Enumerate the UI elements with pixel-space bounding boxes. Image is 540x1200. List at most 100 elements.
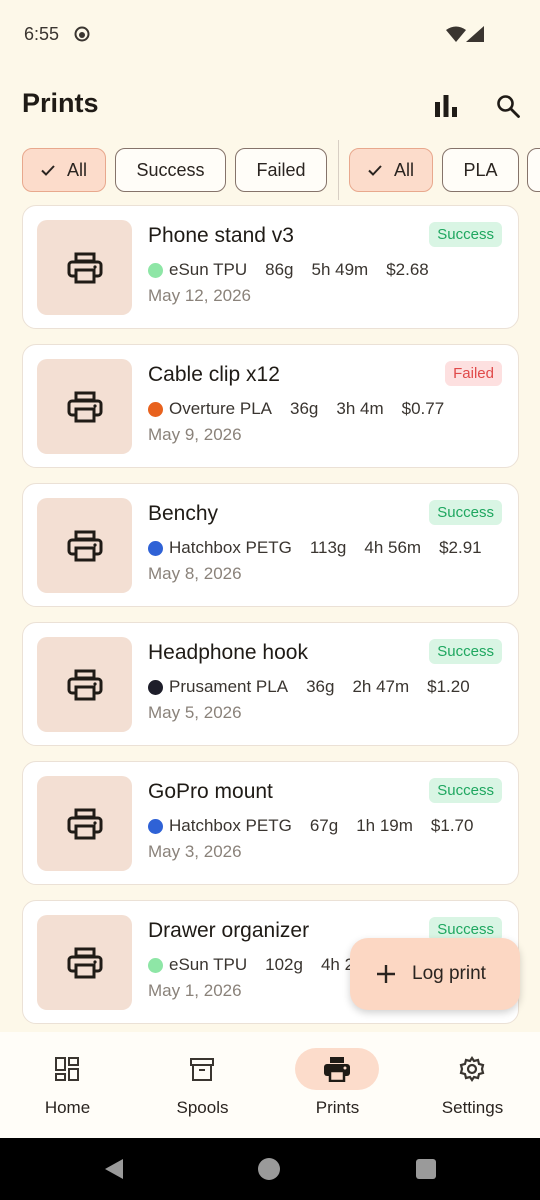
print-date: May 12, 2026 (148, 286, 252, 305)
print-cost: $1.70 (430, 816, 474, 835)
log-print-button[interactable]: Log print (350, 938, 520, 1010)
filter-chip-material-all[interactable]: All (349, 148, 433, 192)
printer-icon (67, 252, 102, 283)
filter-chip-material-more[interactable] (527, 148, 540, 192)
print-weight: 113g (309, 538, 347, 557)
print-meta: eSun TPU 86g 5h 49m $2.68 (148, 260, 429, 280)
print-weight: 102g (265, 955, 303, 974)
notification-app-icon (74, 26, 90, 47)
dashboard-icon (55, 1057, 79, 1081)
print-card[interactable]: Headphone hook Success Prusament PLA 36g 2h … (22, 622, 519, 746)
printer-icon (67, 947, 102, 978)
nav-label: Home (44, 1098, 91, 1117)
print-meta: Hatchbox PETG 113g 4h 56m $2.91 (148, 538, 482, 558)
print-meta: Hatchbox PETG 67g 1h 19m $1.70 (148, 816, 473, 836)
wifi-icon (446, 26, 466, 47)
print-thumbnail (37, 359, 132, 454)
print-thumbnail (37, 220, 132, 315)
print-card[interactable]: GoPro mount Success Hatchbox PETG 67g 1h 19m… (22, 761, 519, 885)
home-icon[interactable] (258, 1158, 280, 1180)
printer-icon (67, 669, 102, 700)
print-card[interactable]: Phone stand v3 Success eSun TPU 86g 5h 49m $2… (22, 205, 519, 329)
filter-chip-material-pla[interactable]: PLA (442, 148, 519, 192)
nav-label: Prints (315, 1098, 360, 1117)
filter-chip-row: All Success Failed All PLA (0, 140, 540, 202)
search-button[interactable] (488, 86, 528, 126)
print-weight: 67g (309, 816, 339, 835)
chip-label: All (393, 159, 414, 180)
print-thumbnail (37, 776, 132, 871)
status-bar: 6:55 (0, 0, 540, 70)
print-card[interactable]: Cable clip x12 Failed Overture PLA 36g 3h 4m… (22, 344, 519, 468)
print-weight: 36g (306, 677, 335, 696)
filament-color-dot (148, 818, 163, 834)
print-duration: 3h 4m (336, 399, 384, 418)
status-badge: Success (429, 778, 502, 803)
print-list: Phone stand v3 Success eSun TPU 86g 5h 49m $2… (0, 204, 540, 1030)
print-date: May 1, 2026 (148, 981, 242, 1000)
status-badge: Success (429, 500, 502, 525)
print-weight: 36g (290, 399, 319, 418)
search-icon (497, 95, 520, 118)
printer-icon (67, 808, 102, 839)
nav-item-prints[interactable]: Prints (270, 1032, 405, 1138)
nav-label: Settings (441, 1098, 504, 1117)
print-thumbnail (37, 637, 132, 732)
nav-label: Spools (176, 1098, 229, 1117)
chip-label: PLA (463, 159, 498, 180)
print-duration: 2h 47m (352, 677, 410, 696)
filter-divider (338, 140, 339, 200)
print-weight: 86g (265, 260, 294, 279)
print-duration: 5h 49m (311, 260, 369, 279)
filter-chip-status-all[interactable]: All (22, 148, 106, 192)
status-time: 6:55 (24, 24, 60, 44)
print-title: Headphone hook (148, 641, 308, 664)
print-card[interactable]: Benchy Success Hatchbox PETG 113g 4h 56m $2.9… (22, 483, 519, 607)
page-title: Prints (22, 88, 99, 118)
print-date: May 5, 2026 (148, 703, 242, 722)
nav-item-settings[interactable]: Settings (405, 1032, 540, 1138)
filter-chip-status-failed[interactable]: Failed (235, 148, 327, 192)
recents-icon[interactable] (416, 1159, 436, 1179)
check-icon (368, 164, 382, 176)
print-title: Phone stand v3 (148, 224, 294, 247)
print-date: May 3, 2026 (148, 842, 242, 861)
print-thumbnail (37, 498, 132, 593)
filter-chip-status-success[interactable]: Success (115, 148, 226, 192)
print-duration: 1h 19m (356, 816, 413, 835)
status-badge: Success (429, 639, 502, 664)
printer-icon (324, 1057, 350, 1082)
print-thumbnail (37, 915, 132, 1010)
print-date: May 8, 2026 (148, 564, 242, 583)
filament-color-dot (148, 401, 163, 417)
chip-label: Success (136, 159, 205, 180)
print-cost: $1.20 (427, 677, 470, 696)
status-badge: Success (429, 222, 502, 247)
print-cost: $0.77 (401, 399, 445, 418)
check-icon (41, 164, 55, 176)
chip-label: All (66, 159, 87, 180)
gear-icon (459, 1056, 485, 1082)
bottom-navigation: Home Spools Prints Settings (0, 1032, 540, 1138)
filament-name: Hatchbox PETG (169, 538, 292, 557)
print-title: GoPro mount (148, 780, 273, 803)
filament-color-dot (148, 957, 163, 973)
filament-name: Prusament PLA (169, 677, 289, 696)
nav-item-spools[interactable]: Spools (135, 1032, 270, 1138)
nav-item-home[interactable]: Home (0, 1032, 135, 1138)
print-date: May 9, 2026 (148, 425, 242, 444)
filament-name: Overture PLA (169, 399, 272, 418)
print-meta: Overture PLA 36g 3h 4m $0.77 (148, 399, 444, 419)
filament-name: Hatchbox PETG (169, 816, 292, 835)
filament-color-dot (148, 540, 163, 556)
statistics-button[interactable] (426, 86, 466, 126)
back-icon[interactable] (104, 1158, 124, 1180)
fab-label: Log print (412, 963, 486, 984)
filament-color-dot (148, 679, 163, 695)
print-meta: Prusament PLA 36g 2h 47m $1.20 (148, 677, 470, 697)
plus-icon (377, 965, 395, 983)
print-cost: $2.68 (386, 260, 429, 279)
print-title: Benchy (148, 502, 219, 525)
print-title: Cable clip x12 (148, 363, 280, 386)
filament-name: eSun TPU (169, 260, 248, 279)
